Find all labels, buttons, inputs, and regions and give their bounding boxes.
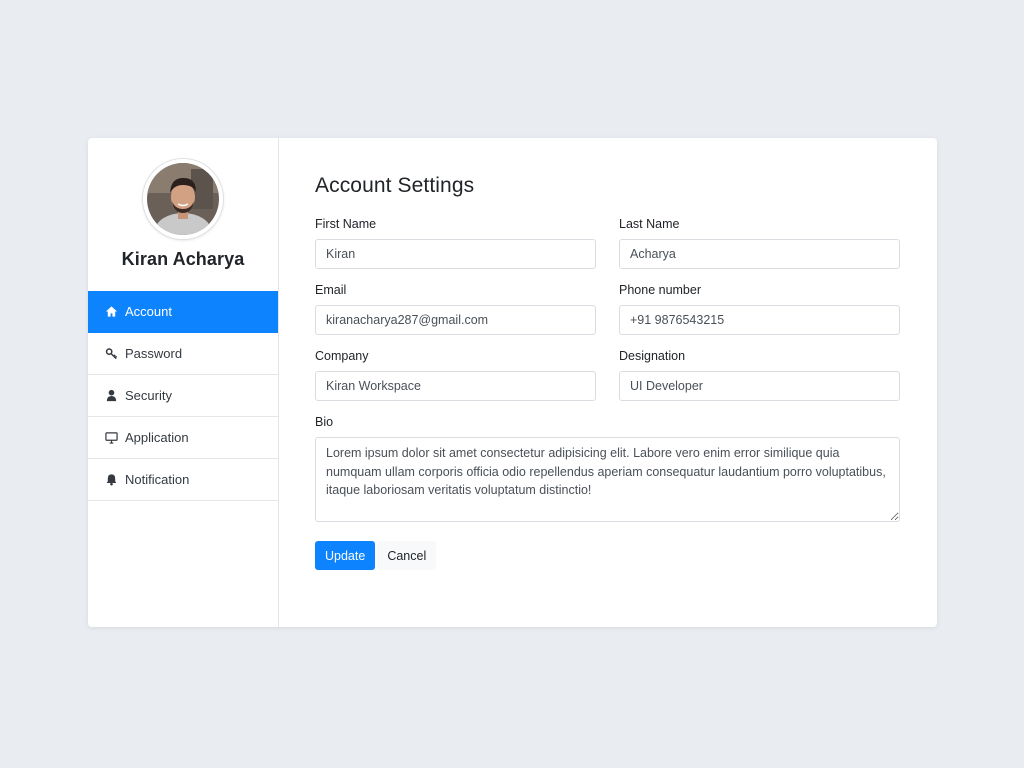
sidebar: Kiran Acharya Account Password Security xyxy=(88,138,279,627)
form-row-name: First Name Last Name xyxy=(315,217,901,269)
profile-name: Kiran Acharya xyxy=(121,249,245,269)
user-icon xyxy=(104,389,118,403)
designation-group: Designation xyxy=(619,349,900,401)
company-group: Company xyxy=(315,349,596,401)
bio-label: Bio xyxy=(315,415,334,429)
sidebar-nav: Account Password Security Application No… xyxy=(88,291,278,501)
last-name-label: Last Name xyxy=(619,217,680,231)
page-title: Account Settings xyxy=(315,174,475,197)
bio-textarea[interactable]: Lorem ipsum dolor sit amet consectetur a… xyxy=(315,437,900,522)
last-name-input[interactable] xyxy=(619,239,900,269)
form-row-work: Company Designation xyxy=(315,349,901,401)
first-name-label: First Name xyxy=(315,217,377,231)
key-icon xyxy=(104,347,118,361)
form-row-contact: Email Phone number xyxy=(315,283,901,335)
first-name-input[interactable] xyxy=(315,239,596,269)
sidebar-item-notification[interactable]: Notification xyxy=(88,459,278,501)
first-name-group: First Name xyxy=(315,217,596,269)
avatar xyxy=(143,159,223,239)
sidebar-item-label: Password xyxy=(125,346,183,361)
sidebar-item-label: Security xyxy=(125,388,172,403)
sidebar-item-password[interactable]: Password xyxy=(88,333,278,375)
phone-group: Phone number xyxy=(619,283,900,335)
bell-icon xyxy=(104,473,118,487)
account-settings-panel: Account Settings First Name Last Name Em… xyxy=(279,138,937,627)
monitor-icon xyxy=(104,431,118,445)
email-input[interactable] xyxy=(315,305,596,335)
settings-card: Kiran Acharya Account Password Security xyxy=(88,138,937,627)
email-label: Email xyxy=(315,283,347,297)
sidebar-item-account[interactable]: Account xyxy=(88,291,278,333)
company-label: Company xyxy=(315,349,369,363)
designation-input[interactable] xyxy=(619,371,900,401)
sidebar-item-application[interactable]: Application xyxy=(88,417,278,459)
sidebar-item-security[interactable]: Security xyxy=(88,375,278,417)
update-button[interactable]: Update xyxy=(315,541,376,570)
bio-group: Bio Lorem ipsum dolor sit amet consectet… xyxy=(315,415,901,527)
form-actions: Update Cancel xyxy=(315,541,901,570)
home-icon xyxy=(104,305,118,319)
phone-input[interactable] xyxy=(619,305,900,335)
avatar-photo xyxy=(147,163,219,235)
profile-section: Kiran Acharya xyxy=(88,138,278,291)
sidebar-item-label: Application xyxy=(125,430,189,445)
cancel-button[interactable]: Cancel xyxy=(377,541,437,570)
sidebar-item-label: Notification xyxy=(125,472,190,487)
phone-label: Phone number xyxy=(619,283,702,297)
last-name-group: Last Name xyxy=(619,217,900,269)
company-input[interactable] xyxy=(315,371,596,401)
email-group: Email xyxy=(315,283,596,335)
designation-label: Designation xyxy=(619,349,686,363)
sidebar-item-label: Account xyxy=(125,304,172,319)
